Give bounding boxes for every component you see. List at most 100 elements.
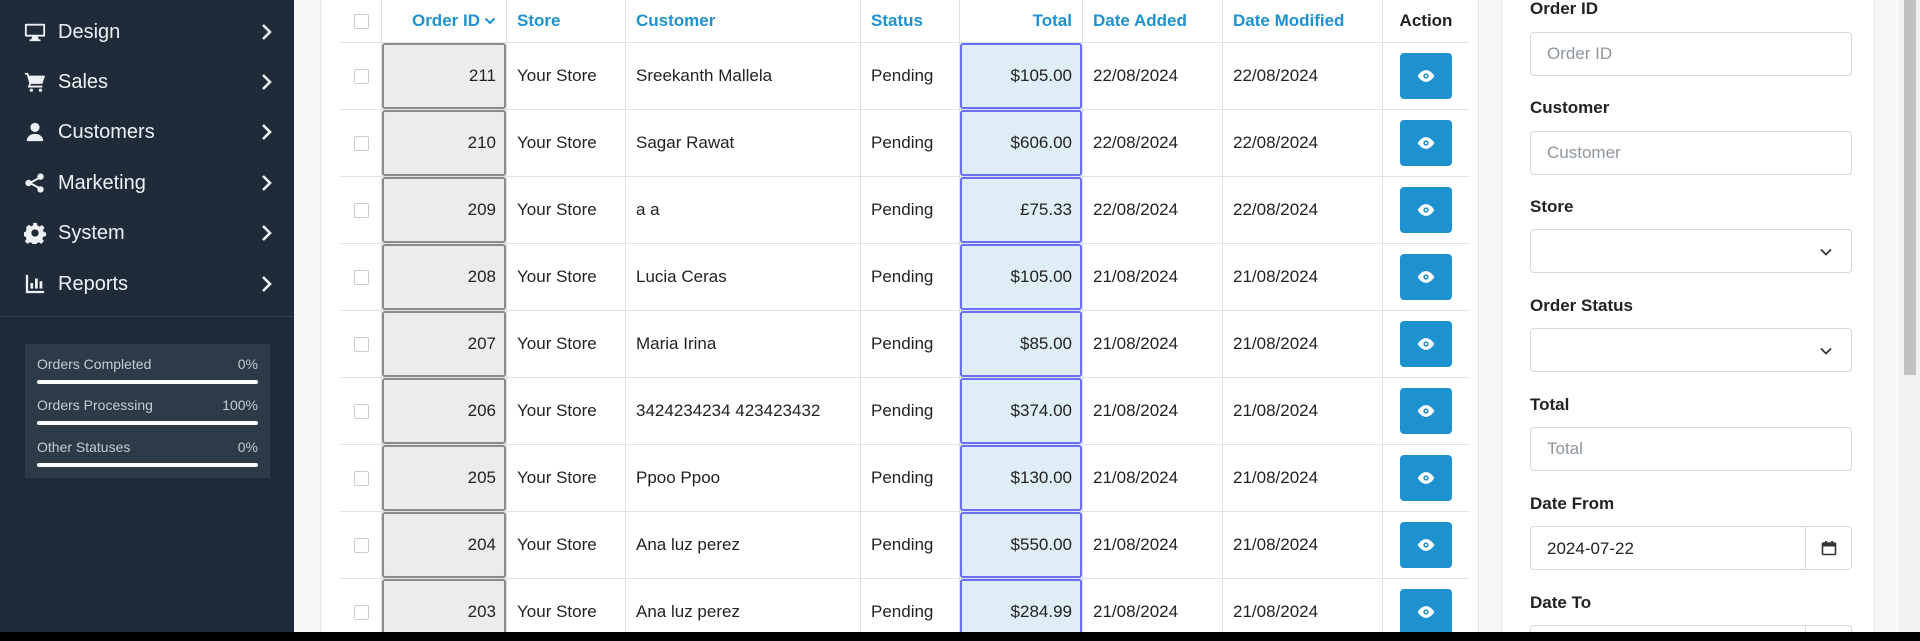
order-status-select[interactable] <box>1530 328 1852 372</box>
order-id-cell: 209 <box>381 176 507 244</box>
column-header-date-modified[interactable]: Date Modified <box>1222 0 1383 43</box>
calendar-button[interactable] <box>1805 626 1851 632</box>
status-cell: Pending <box>860 578 960 632</box>
row-select-cell <box>341 444 382 512</box>
view-order-button[interactable] <box>1400 589 1452 632</box>
stat-progress-bar <box>37 421 258 425</box>
share-icon <box>24 172 46 194</box>
view-order-button[interactable] <box>1400 388 1452 434</box>
table-row: 209 Your Store a a Pending £75.33 22/08/2024 2… <box>341 176 1469 244</box>
eye-icon <box>1416 334 1436 354</box>
sidebar-item-sales[interactable]: Sales <box>0 57 294 107</box>
date-modified-cell: 22/08/2024 <box>1222 42 1383 110</box>
action-cell <box>1382 310 1469 378</box>
row-select-cell <box>341 243 382 311</box>
column-header-status[interactable]: Status <box>860 0 960 43</box>
store-cell: Your Store <box>506 176 626 244</box>
sidebar-item-customers[interactable]: Customers <box>0 107 294 157</box>
date-modified-cell: 21/08/2024 <box>1222 444 1383 512</box>
customer-input[interactable] <box>1530 131 1852 175</box>
column-header-order-id[interactable]: Order ID <box>381 0 507 43</box>
orders-table-card: Order ID Store Customer Status Total Dat… <box>320 0 1479 632</box>
date-modified-cell: 22/08/2024 <box>1222 109 1383 177</box>
column-header-customer[interactable]: Customer <box>625 0 861 43</box>
date-added-cell: 21/08/2024 <box>1082 377 1223 445</box>
row-select-cell <box>341 42 382 110</box>
column-header-label: Order ID <box>411 10 480 30</box>
column-header-date-added[interactable]: Date Added <box>1082 0 1223 43</box>
order-id-cell: 206 <box>381 377 507 445</box>
sidebar: Design Sales Customers Marketing System … <box>0 0 294 632</box>
status-cell: Pending <box>860 176 960 244</box>
action-cell <box>1382 176 1469 244</box>
total-input[interactable] <box>1530 427 1852 471</box>
table-row: 208 Your Store Lucia Ceras Pending $105.00 21… <box>341 243 1469 311</box>
date-modified-cell: 21/08/2024 <box>1222 310 1383 378</box>
store-select[interactable] <box>1530 229 1852 273</box>
action-cell <box>1382 42 1469 110</box>
order-id-cell: 208 <box>381 243 507 311</box>
store-label: Store <box>1530 197 1574 216</box>
order-id-cell: 207 <box>381 310 507 378</box>
table-row: 207 Your Store Maria Irina Pending $85.00 21/… <box>341 310 1469 378</box>
view-order-button[interactable] <box>1400 53 1452 99</box>
row-select-checkbox[interactable] <box>353 538 369 554</box>
stat-label: Orders Processing <box>37 397 153 413</box>
status-cell: Pending <box>860 511 960 579</box>
view-order-button[interactable] <box>1400 120 1452 166</box>
view-order-button[interactable] <box>1400 522 1452 568</box>
total-cell: $85.00 <box>959 310 1083 378</box>
orders-table: Order ID Store Customer Status Total Dat… <box>341 0 1469 632</box>
total-label: Total <box>1530 395 1570 414</box>
eye-icon <box>1416 66 1436 86</box>
view-order-button[interactable] <box>1400 187 1452 233</box>
stat-value: 100% <box>222 397 258 413</box>
sidebar-item-reports[interactable]: Reports <box>0 259 294 309</box>
sidebar-item-label: System <box>58 221 125 244</box>
date-modified-cell: 22/08/2024 <box>1222 176 1383 244</box>
view-order-button[interactable] <box>1400 455 1452 501</box>
eye-icon <box>1416 602 1436 622</box>
row-select-checkbox[interactable] <box>353 605 369 621</box>
status-cell: Pending <box>860 377 960 445</box>
row-select-checkbox[interactable] <box>353 270 369 286</box>
sidebar-divider <box>0 316 294 317</box>
sort-descending-icon <box>484 11 496 31</box>
row-select-checkbox[interactable] <box>353 471 369 487</box>
view-order-button[interactable] <box>1400 321 1452 367</box>
monitor-icon <box>24 21 46 43</box>
eye-icon <box>1416 133 1436 153</box>
row-select-checkbox[interactable] <box>353 69 369 85</box>
sidebar-item-marketing[interactable]: Marketing <box>0 158 294 208</box>
column-header-total[interactable]: Total <box>959 0 1083 43</box>
order-id-label: Order ID <box>1530 0 1599 18</box>
view-order-button[interactable] <box>1400 254 1452 300</box>
date-to-field[interactable] <box>1530 625 1852 632</box>
row-select-checkbox[interactable] <box>353 136 369 152</box>
status-cell: Pending <box>860 310 960 378</box>
table-row: 211 Your Store Sreekanth Mallela Pending $10… <box>341 42 1469 110</box>
date-modified-cell: 21/08/2024 <box>1222 243 1383 311</box>
store-cell: Your Store <box>506 310 626 378</box>
table-row: 205 Your Store Ppoo Ppoo Pending $130.00 21/0… <box>341 444 1469 512</box>
row-select-checkbox[interactable] <box>353 203 369 219</box>
date-from-field[interactable]: 2024-07-22 <box>1530 526 1852 570</box>
store-cell: Your Store <box>506 243 626 311</box>
sidebar-item-design[interactable]: Design <box>0 7 294 57</box>
cart-icon <box>24 71 46 93</box>
row-select-checkbox[interactable] <box>353 337 369 353</box>
column-header-store[interactable]: Store <box>506 0 626 43</box>
total-cell: £75.33 <box>959 176 1083 244</box>
total-cell: $550.00 <box>959 511 1083 579</box>
row-select-checkbox[interactable] <box>353 404 369 420</box>
action-cell <box>1382 243 1469 311</box>
scrollbar-thumb[interactable] <box>1904 0 1916 375</box>
sidebar-item-label: Sales <box>58 70 109 93</box>
sidebar-item-system[interactable]: System <box>0 208 294 258</box>
stat-label: Other Statuses <box>37 439 131 455</box>
calendar-button[interactable] <box>1805 527 1851 569</box>
store-cell: Your Store <box>506 578 626 632</box>
sidebar-item-label: Design <box>58 20 121 43</box>
select-all-checkbox[interactable] <box>353 14 369 30</box>
order-id-input[interactable] <box>1530 32 1852 76</box>
